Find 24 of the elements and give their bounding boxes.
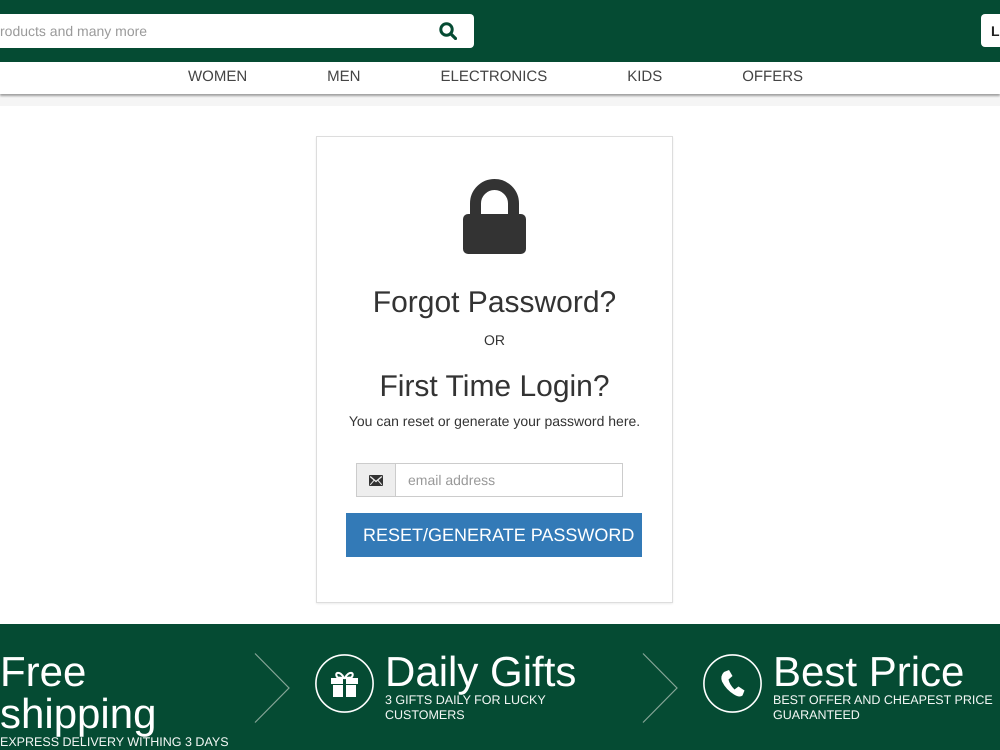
phone-icon [703,654,762,713]
feature-title: Daily Gifts [385,651,578,693]
search-field[interactable]: roducts and many more [0,14,474,48]
nav-link[interactable]: MEN [327,68,361,86]
chevron-icon [642,653,678,723]
nav-link[interactable]: WOMEN [188,68,248,86]
card-title: Forgot Password? [372,286,616,319]
gift-icon [315,654,374,713]
feature-text: BEST OFFER AND CHEAPEST PRICE GUARANTEED [773,693,994,723]
card-subtitle: First Time Login? [379,370,610,403]
reset-password-button[interactable]: RESET/GENERATE PASSWORD [346,513,642,557]
envelope-icon [369,474,383,486]
chevron-icon [254,653,290,723]
email-field[interactable]: email address [395,463,623,497]
nav-link[interactable]: OFFERS [742,68,804,86]
nav-link[interactable]: KIDS [627,68,662,86]
card-description: You can reset or generate your password here. [348,412,640,431]
feature-title: Best Price [773,651,966,693]
lock-icon [463,179,526,254]
feature-title: Free shipping [0,651,158,735]
search-icon[interactable] [439,22,457,40]
nav-link[interactable]: ELECTRONICS [440,68,548,86]
header-button[interactable]: L [981,14,1000,47]
separator-text: OR [484,331,505,350]
